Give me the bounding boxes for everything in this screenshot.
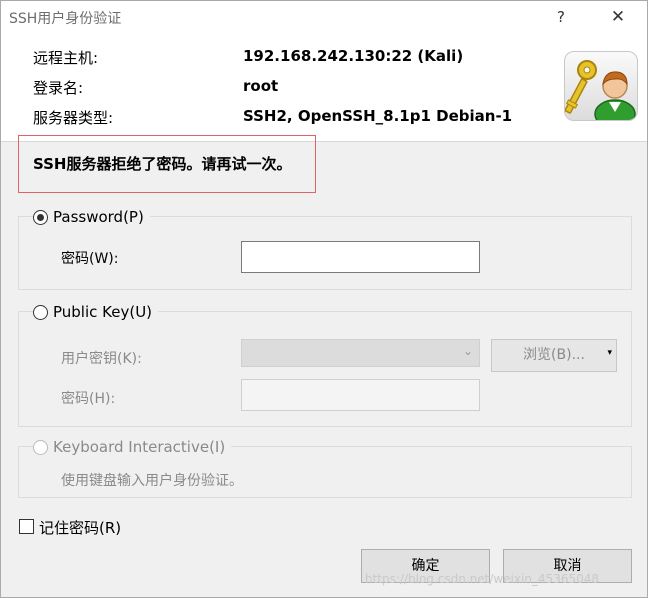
error-message-box: SSH服务器拒绝了密码。请再试一次。 bbox=[18, 135, 316, 193]
password-input[interactable] bbox=[241, 241, 480, 273]
remember-password-label[interactable]: 记住密码(R) bbox=[39, 517, 121, 538]
browse-button[interactable]: 浏览(B)... ▾ bbox=[491, 339, 617, 372]
keyboard-radio-label: Keyboard Interactive(I) bbox=[53, 438, 226, 456]
public-key-radio-row[interactable]: Public Key(U) bbox=[33, 303, 159, 321]
title-bar[interactable]: SSH用户身份验证 ? ✕ bbox=[1, 1, 647, 33]
watermark-text: https://blog.csdn.net/weixin_45365048 bbox=[365, 572, 600, 586]
user-key-label: 用户密钥(K): bbox=[61, 351, 142, 367]
keyboard-interactive-radio[interactable] bbox=[33, 439, 48, 455]
user-key-select[interactable]: ⌄ bbox=[241, 339, 480, 367]
public-key-radio[interactable] bbox=[33, 304, 48, 320]
password-radio-row[interactable]: Password(P) bbox=[33, 208, 150, 226]
remote-host-value: 192.168.242.130:22 (Kali) bbox=[243, 47, 464, 65]
public-key-radio-label: Public Key(U) bbox=[53, 303, 153, 321]
password-radio[interactable] bbox=[33, 209, 48, 225]
ssh-auth-dialog: SSH用户身份验证 ? ✕ 远程主机: 192.168.242.130:22 (… bbox=[0, 0, 648, 598]
chevron-down-icon: ⌄ bbox=[462, 344, 473, 358]
server-type-label: 服务器类型: bbox=[33, 109, 114, 127]
key-password-input[interactable] bbox=[241, 379, 480, 411]
server-type-value: SSH2, OpenSSH_8.1p1 Debian-1 bbox=[243, 107, 513, 125]
login-name-label: 登录名: bbox=[33, 79, 84, 97]
keyboard-interactive-group: Keyboard Interactive(I) 使用键盘输入用户身份验证。 bbox=[18, 438, 632, 498]
connection-info: 远程主机: 192.168.242.130:22 (Kali) 登录名: roo… bbox=[1, 33, 647, 142]
keyboard-radio-row[interactable]: Keyboard Interactive(I) bbox=[33, 438, 232, 456]
remember-password-checkbox[interactable] bbox=[19, 519, 34, 534]
keyboard-description: 使用键盘输入用户身份验证。 bbox=[61, 473, 243, 489]
password-group: Password(P) 密码(W): bbox=[18, 208, 632, 290]
public-key-group: Public Key(U) 用户密钥(K): ⌄ 浏览(B)... ▾ 密码(H… bbox=[18, 303, 632, 427]
password-field-label: 密码(W): bbox=[61, 251, 119, 267]
key-password-label: 密码(H): bbox=[61, 391, 116, 407]
error-message: SSH服务器拒绝了密码。请再试一次。 bbox=[33, 155, 292, 173]
window-title: SSH用户身份验证 bbox=[9, 11, 122, 27]
dropdown-arrow-icon: ▾ bbox=[607, 348, 612, 358]
login-name-value: root bbox=[243, 77, 279, 95]
help-button[interactable]: ? bbox=[549, 5, 573, 29]
user-key-icon bbox=[564, 51, 638, 121]
password-radio-label: Password(P) bbox=[53, 208, 144, 226]
remote-host-label: 远程主机: bbox=[33, 49, 99, 67]
browse-button-label: 浏览(B)... bbox=[523, 347, 585, 363]
close-button[interactable]: ✕ bbox=[605, 5, 631, 29]
